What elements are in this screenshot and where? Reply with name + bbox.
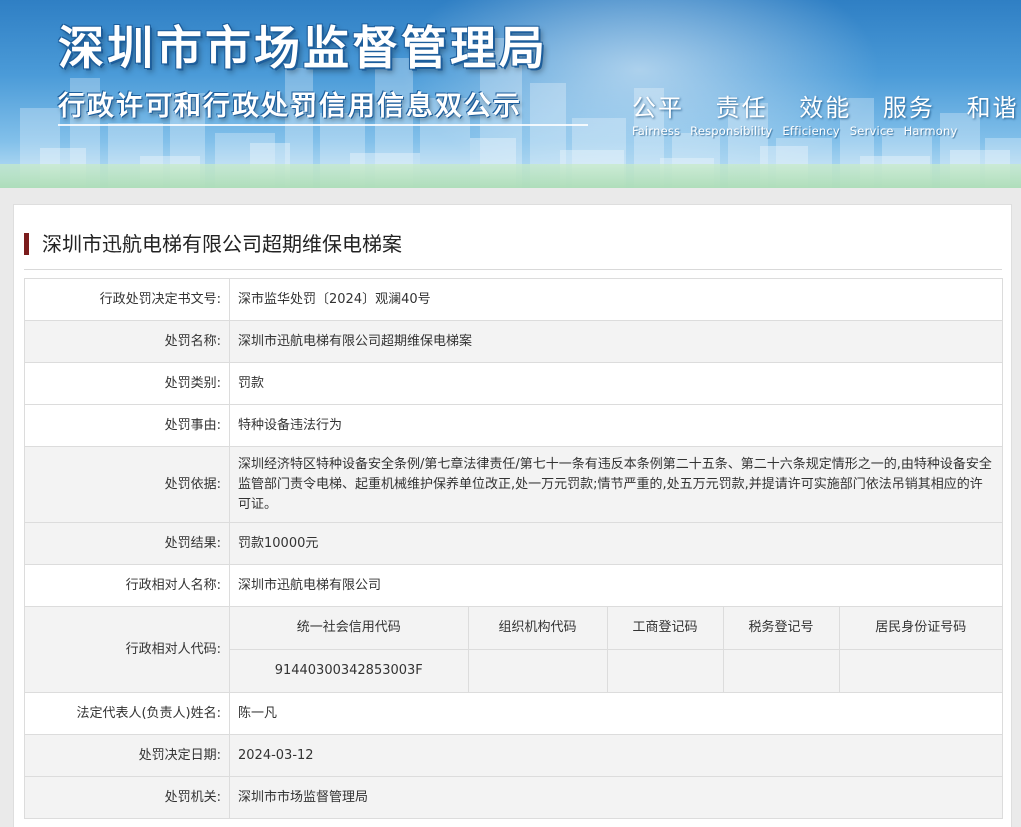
field-label: 行政处罚决定书文号: — [24, 278, 230, 321]
slogan-english: Fairness Responsibility Efficiency Servi… — [632, 124, 982, 138]
code-header: 税务登记号 — [722, 607, 839, 650]
field-label: 行政相对人名称: — [24, 564, 230, 607]
field-value: 深圳市迅航电梯有限公司 — [229, 564, 1003, 607]
field-label: 处罚类别: — [24, 362, 230, 405]
slogan-word-en: Responsibility — [690, 124, 773, 138]
code-value — [722, 649, 839, 692]
field-value: 2024-03-12 — [229, 734, 1003, 777]
field-value: 罚款 — [229, 362, 1003, 405]
field-label: 处罚依据: — [24, 446, 230, 523]
case-title-header: 深圳市迅航电梯有限公司超期维保电梯案 — [24, 229, 1002, 270]
codes-subtable: 统一社会信用代码 组织机构代码 工商登记码 税务登记号 居民身份证号码 9144… — [230, 607, 1002, 692]
slogan-chinese: 公平 责任 效能 服务 和谐 — [632, 88, 1017, 123]
codes-header-row: 统一社会信用代码 组织机构代码 工商登记码 税务登记号 居民身份证号码 — [230, 607, 1002, 650]
slogan-word-en: Efficiency — [782, 124, 840, 138]
code-value — [606, 649, 723, 692]
slogan-word: 服务 — [882, 94, 935, 122]
field-label: 行政相对人代码: — [24, 606, 230, 693]
slogan-word-en: Harmony — [903, 124, 958, 138]
table-row: 处罚机关: 深圳市市场监督管理局 — [24, 776, 1003, 819]
code-value — [467, 649, 607, 692]
field-value: 陈一凡 — [229, 692, 1003, 735]
field-label: 处罚决定日期: — [24, 734, 230, 777]
slogan-word: 公平 — [632, 94, 684, 122]
table-row: 处罚名称: 深圳市迅航电梯有限公司超期维保电梯案 — [24, 320, 1003, 363]
slogan-word: 效能 — [799, 94, 852, 122]
field-label: 处罚结果: — [24, 522, 230, 565]
field-label: 处罚机关: — [24, 776, 230, 819]
table-row: 法定代表人(负责人)姓名: 陈一凡 — [24, 692, 1003, 735]
code-value: 91440300342853003F — [230, 649, 468, 692]
field-label: 处罚名称: — [24, 320, 230, 363]
table-row: 处罚依据: 深圳经济特区特种设备安全条例/第七章法律责任/第七十一条有违反本条例… — [24, 446, 1003, 523]
field-label: 法定代表人(负责人)姓名: — [24, 692, 230, 735]
case-title: 深圳市迅航电梯有限公司超期维保电梯案 — [42, 232, 402, 256]
code-header: 统一社会信用代码 — [230, 607, 468, 650]
table-row: 行政相对人名称: 深圳市迅航电梯有限公司 — [24, 564, 1003, 607]
code-value — [838, 649, 1002, 692]
table-row: 行政处罚决定书文号: 深市监华处罚〔2024〕观澜40号 — [24, 278, 1003, 321]
field-value: 深市监华处罚〔2024〕观澜40号 — [229, 278, 1003, 321]
field-value: 深圳经济特区特种设备安全条例/第七章法律责任/第七十一条有违反本条例第二十五条、… — [229, 446, 1003, 523]
site-subtitle: 行政许可和行政处罚信用信息双公示 — [58, 91, 522, 122]
title-accent-bar — [24, 233, 29, 255]
field-value: 罚款10000元 — [229, 522, 1003, 565]
slogan-word: 和谐 — [966, 94, 1019, 122]
code-header: 居民身份证号码 — [838, 607, 1002, 650]
case-detail-card: 深圳市迅航电梯有限公司超期维保电梯案 行政处罚决定书文号: 深市监华处罚〔202… — [13, 204, 1012, 827]
field-value: 特种设备违法行为 — [229, 404, 1003, 447]
slogan-word: 责任 — [715, 94, 768, 122]
case-info-table: 行政处罚决定书文号: 深市监华处罚〔2024〕观澜40号 处罚名称: 深圳市迅航… — [24, 278, 1003, 819]
site-title: 深圳市市场监督管理局 — [58, 21, 548, 75]
codes-cell: 统一社会信用代码 组织机构代码 工商登记码 税务登记号 居民身份证号码 9144… — [229, 606, 1003, 693]
table-row: 处罚事由: 特种设备违法行为 — [24, 404, 1003, 447]
code-header: 工商登记码 — [606, 607, 723, 650]
table-row: 处罚决定日期: 2024-03-12 — [24, 734, 1003, 777]
table-row: 处罚结果: 罚款10000元 — [24, 522, 1003, 565]
slogan-word-en: Fairness — [632, 124, 681, 138]
field-value: 深圳市市场监督管理局 — [229, 776, 1003, 819]
field-value: 深圳市迅航电梯有限公司超期维保电梯案 — [229, 320, 1003, 363]
table-row: 行政相对人代码: 统一社会信用代码 组织机构代码 工商登记码 税务登记号 居民身… — [24, 606, 1003, 693]
slogan: 公平 责任 效能 服务 和谐 Fairness Responsibility E… — [632, 88, 1017, 138]
banner-ground — [0, 164, 1021, 188]
field-label: 处罚事由: — [24, 404, 230, 447]
header-banner: 深圳市市场监督管理局 行政许可和行政处罚信用信息双公示 公平 责任 效能 服务 … — [0, 0, 1021, 188]
table-row: 处罚类别: 罚款 — [24, 362, 1003, 405]
code-header: 组织机构代码 — [467, 607, 607, 650]
slogan-word-en: Service — [849, 124, 894, 138]
subtitle-underline — [58, 124, 588, 126]
codes-value-row: 91440300342853003F — [230, 649, 1002, 692]
